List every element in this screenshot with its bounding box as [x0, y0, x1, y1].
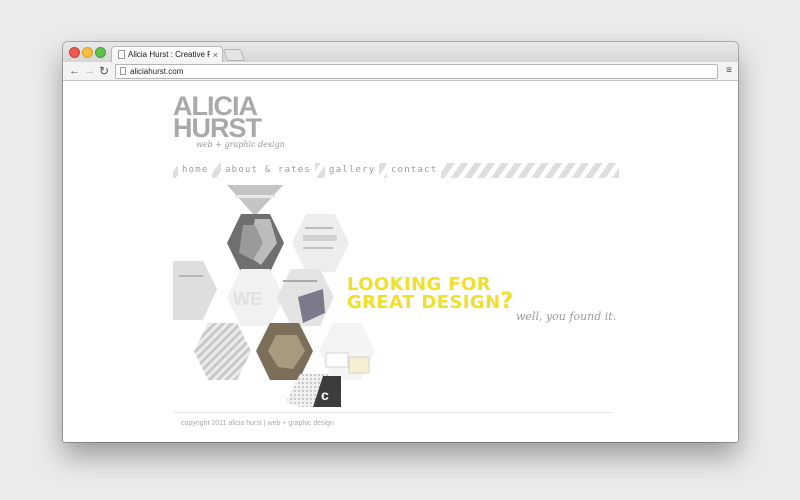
hero-headline: LOOKING FOR GREAT DESIGN? [347, 274, 514, 314]
tab-title: Alicia Hurst : Creative Portfolio [128, 50, 210, 59]
maximize-window-button[interactable] [95, 47, 106, 58]
portfolio-thumbnail [227, 185, 283, 216]
portfolio-thumbnail [173, 261, 217, 320]
portfolio-thumbnail [303, 247, 333, 249]
back-arrow-icon[interactable]: ← [69, 62, 80, 80]
portfolio-thumbnail [305, 227, 333, 229]
portfolio-thumbnail [292, 214, 349, 272]
portfolio-thumbnail: WE [233, 289, 262, 309]
site-logo[interactable]: ALICIA HURST web + graphic design [173, 93, 293, 155]
portfolio-thumbnail [325, 352, 349, 368]
tab-close-icon[interactable]: × [213, 47, 218, 63]
site-nav: home about & rates gallery contact [173, 163, 619, 178]
portfolio-thumbnail [235, 195, 275, 198]
title-bar: Alicia Hurst : Creative Portfolio × [63, 42, 738, 64]
close-window-button[interactable] [69, 47, 80, 58]
hero-subline: well, you found it. [516, 310, 617, 323]
page-viewport: ALICIA HURST web + graphic design home a… [63, 81, 738, 442]
forward-arrow-icon[interactable]: → [84, 62, 95, 80]
minimize-window-button[interactable] [82, 47, 93, 58]
menu-icon[interactable]: ≡ [726, 62, 732, 80]
logo-tagline: web + graphic design [196, 140, 285, 149]
address-bar[interactable]: aliciahurst.com [115, 64, 718, 79]
page-icon [118, 50, 125, 59]
footer-copyright: copyright 2011 alicia hurst | web + grap… [181, 420, 334, 427]
new-tab-button[interactable] [222, 49, 246, 61]
reload-icon[interactable]: ↻ [99, 62, 109, 80]
portfolio-thumbnail [283, 280, 317, 282]
portfolio-thumbnail [194, 323, 251, 380]
portfolio-thumbnail: c [321, 387, 329, 403]
portfolio-thumbnail [348, 356, 370, 374]
hero-headline-line1: LOOKING FOR [347, 274, 492, 295]
footer-divider [173, 412, 613, 413]
nav-contact[interactable]: contact [387, 163, 442, 178]
nav-gallery[interactable]: gallery [325, 163, 380, 178]
page-icon [120, 67, 126, 75]
browser-toolbar: ← → ↻ aliciahurst.com ≡ [63, 62, 738, 81]
address-text: aliciahurst.com [130, 67, 184, 76]
browser-window: Alicia Hurst : Creative Portfolio × ← → … [63, 42, 738, 442]
hero-headline-line2: GREAT DESIGN? [347, 289, 514, 314]
nav-home[interactable]: home [178, 163, 213, 178]
question-mark: ? [500, 289, 514, 314]
nav-about-rates[interactable]: about & rates [221, 163, 316, 178]
logo-last-name: HURST [173, 113, 262, 143]
portfolio-thumbnail [303, 235, 337, 241]
portfolio-thumbnail [179, 275, 203, 277]
